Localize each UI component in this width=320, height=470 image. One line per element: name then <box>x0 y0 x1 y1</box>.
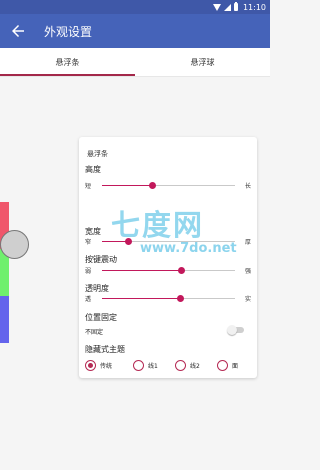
radio-button[interactable] <box>85 359 96 371</box>
app-bar: 外观设置 <box>0 14 270 48</box>
pin-position-label: 位置固定 <box>85 313 117 322</box>
theme-option-traditional[interactable]: 传统 <box>85 358 112 372</box>
width-slider-row: 窄 厚 <box>85 237 251 247</box>
page-title: 外观设置 <box>44 25 93 39</box>
tab-indicator <box>0 74 135 76</box>
theme-option-label: 面 <box>232 362 239 370</box>
opacity-slider-thumb[interactable] <box>176 295 184 302</box>
width-label: 宽度 <box>85 227 101 236</box>
float-ball[interactable] <box>0 230 29 259</box>
opacity-min-label: 透 <box>85 296 92 303</box>
vibration-label: 按键震动 <box>85 255 117 264</box>
width-slider-thumb[interactable] <box>125 238 133 245</box>
height-slider-thumb[interactable] <box>149 182 157 189</box>
pin-position-state: 不固定 <box>85 329 104 336</box>
opacity-label: 透明度 <box>85 284 109 293</box>
vibration-min-label: 弱 <box>85 268 92 275</box>
pin-position-toggle[interactable] <box>225 324 245 336</box>
theme-option-label: 线1 <box>148 362 158 370</box>
theme-option-line1[interactable]: 线1 <box>133 358 158 372</box>
tab-label: 悬浮球 <box>190 57 215 67</box>
tab-bar: 悬浮条 悬浮球 <box>0 48 270 77</box>
battery-icon <box>233 2 238 11</box>
back-arrow-icon[interactable] <box>9 22 27 40</box>
tab-label: 悬浮条 <box>55 57 80 67</box>
vibration-slider[interactable] <box>102 267 235 274</box>
opacity-slider-fill <box>102 298 181 299</box>
status-time: 11:10 <box>242 2 266 12</box>
width-max-label: 厚 <box>244 239 251 246</box>
opacity-slider[interactable] <box>102 295 235 302</box>
vibration-slider-fill <box>102 270 182 271</box>
screen: 11:10 外观设置 悬浮条 悬浮球 悬浮条 高度 短 长 宽度 窄 厚 按键震… <box>0 0 270 470</box>
theme-option-line2[interactable]: 线2 <box>175 358 200 372</box>
height-min-label: 短 <box>85 183 92 190</box>
height-label: 高度 <box>85 165 101 174</box>
vibration-slider-row: 弱 强 <box>85 266 251 276</box>
width-min-label: 窄 <box>85 239 92 246</box>
toggle-thumb <box>227 325 237 335</box>
float-bar-preview <box>0 202 9 343</box>
vibration-slider-thumb[interactable] <box>178 267 186 274</box>
tab-float-ball[interactable]: 悬浮球 <box>135 48 270 76</box>
theme-option-label: 线2 <box>190 362 200 370</box>
height-slider-fill <box>102 185 153 186</box>
radio-button[interactable] <box>175 359 186 371</box>
vibration-max-label: 强 <box>244 268 251 275</box>
hidden-theme-options: 传统 线1 线2 面 <box>85 358 251 372</box>
tab-float-bar[interactable]: 悬浮条 <box>0 48 135 76</box>
radio-button[interactable] <box>133 359 144 371</box>
wifi-icon <box>212 3 221 11</box>
card-title: 悬浮条 <box>87 150 108 158</box>
opacity-max-label: 实 <box>244 296 251 303</box>
hidden-theme-label: 隐藏式主题 <box>85 345 125 354</box>
signal-icon <box>223 3 231 11</box>
float-bar-settings-card: 悬浮条 高度 短 长 宽度 窄 厚 按键震动 弱 强 透明度 透 实 位置固定 … <box>79 137 257 378</box>
theme-option-surface[interactable]: 面 <box>217 358 238 372</box>
radio-button[interactable] <box>217 359 228 371</box>
height-slider-row: 短 长 <box>85 181 251 191</box>
width-slider[interactable] <box>102 238 235 245</box>
opacity-slider-row: 透 实 <box>85 294 251 304</box>
status-bar: 11:10 <box>0 0 270 14</box>
height-max-label: 长 <box>244 183 251 190</box>
status-icons: 11:10 <box>212 1 266 13</box>
float-bar-blue-segment <box>0 296 9 343</box>
theme-option-label: 传统 <box>100 362 113 370</box>
height-slider[interactable] <box>102 182 235 189</box>
